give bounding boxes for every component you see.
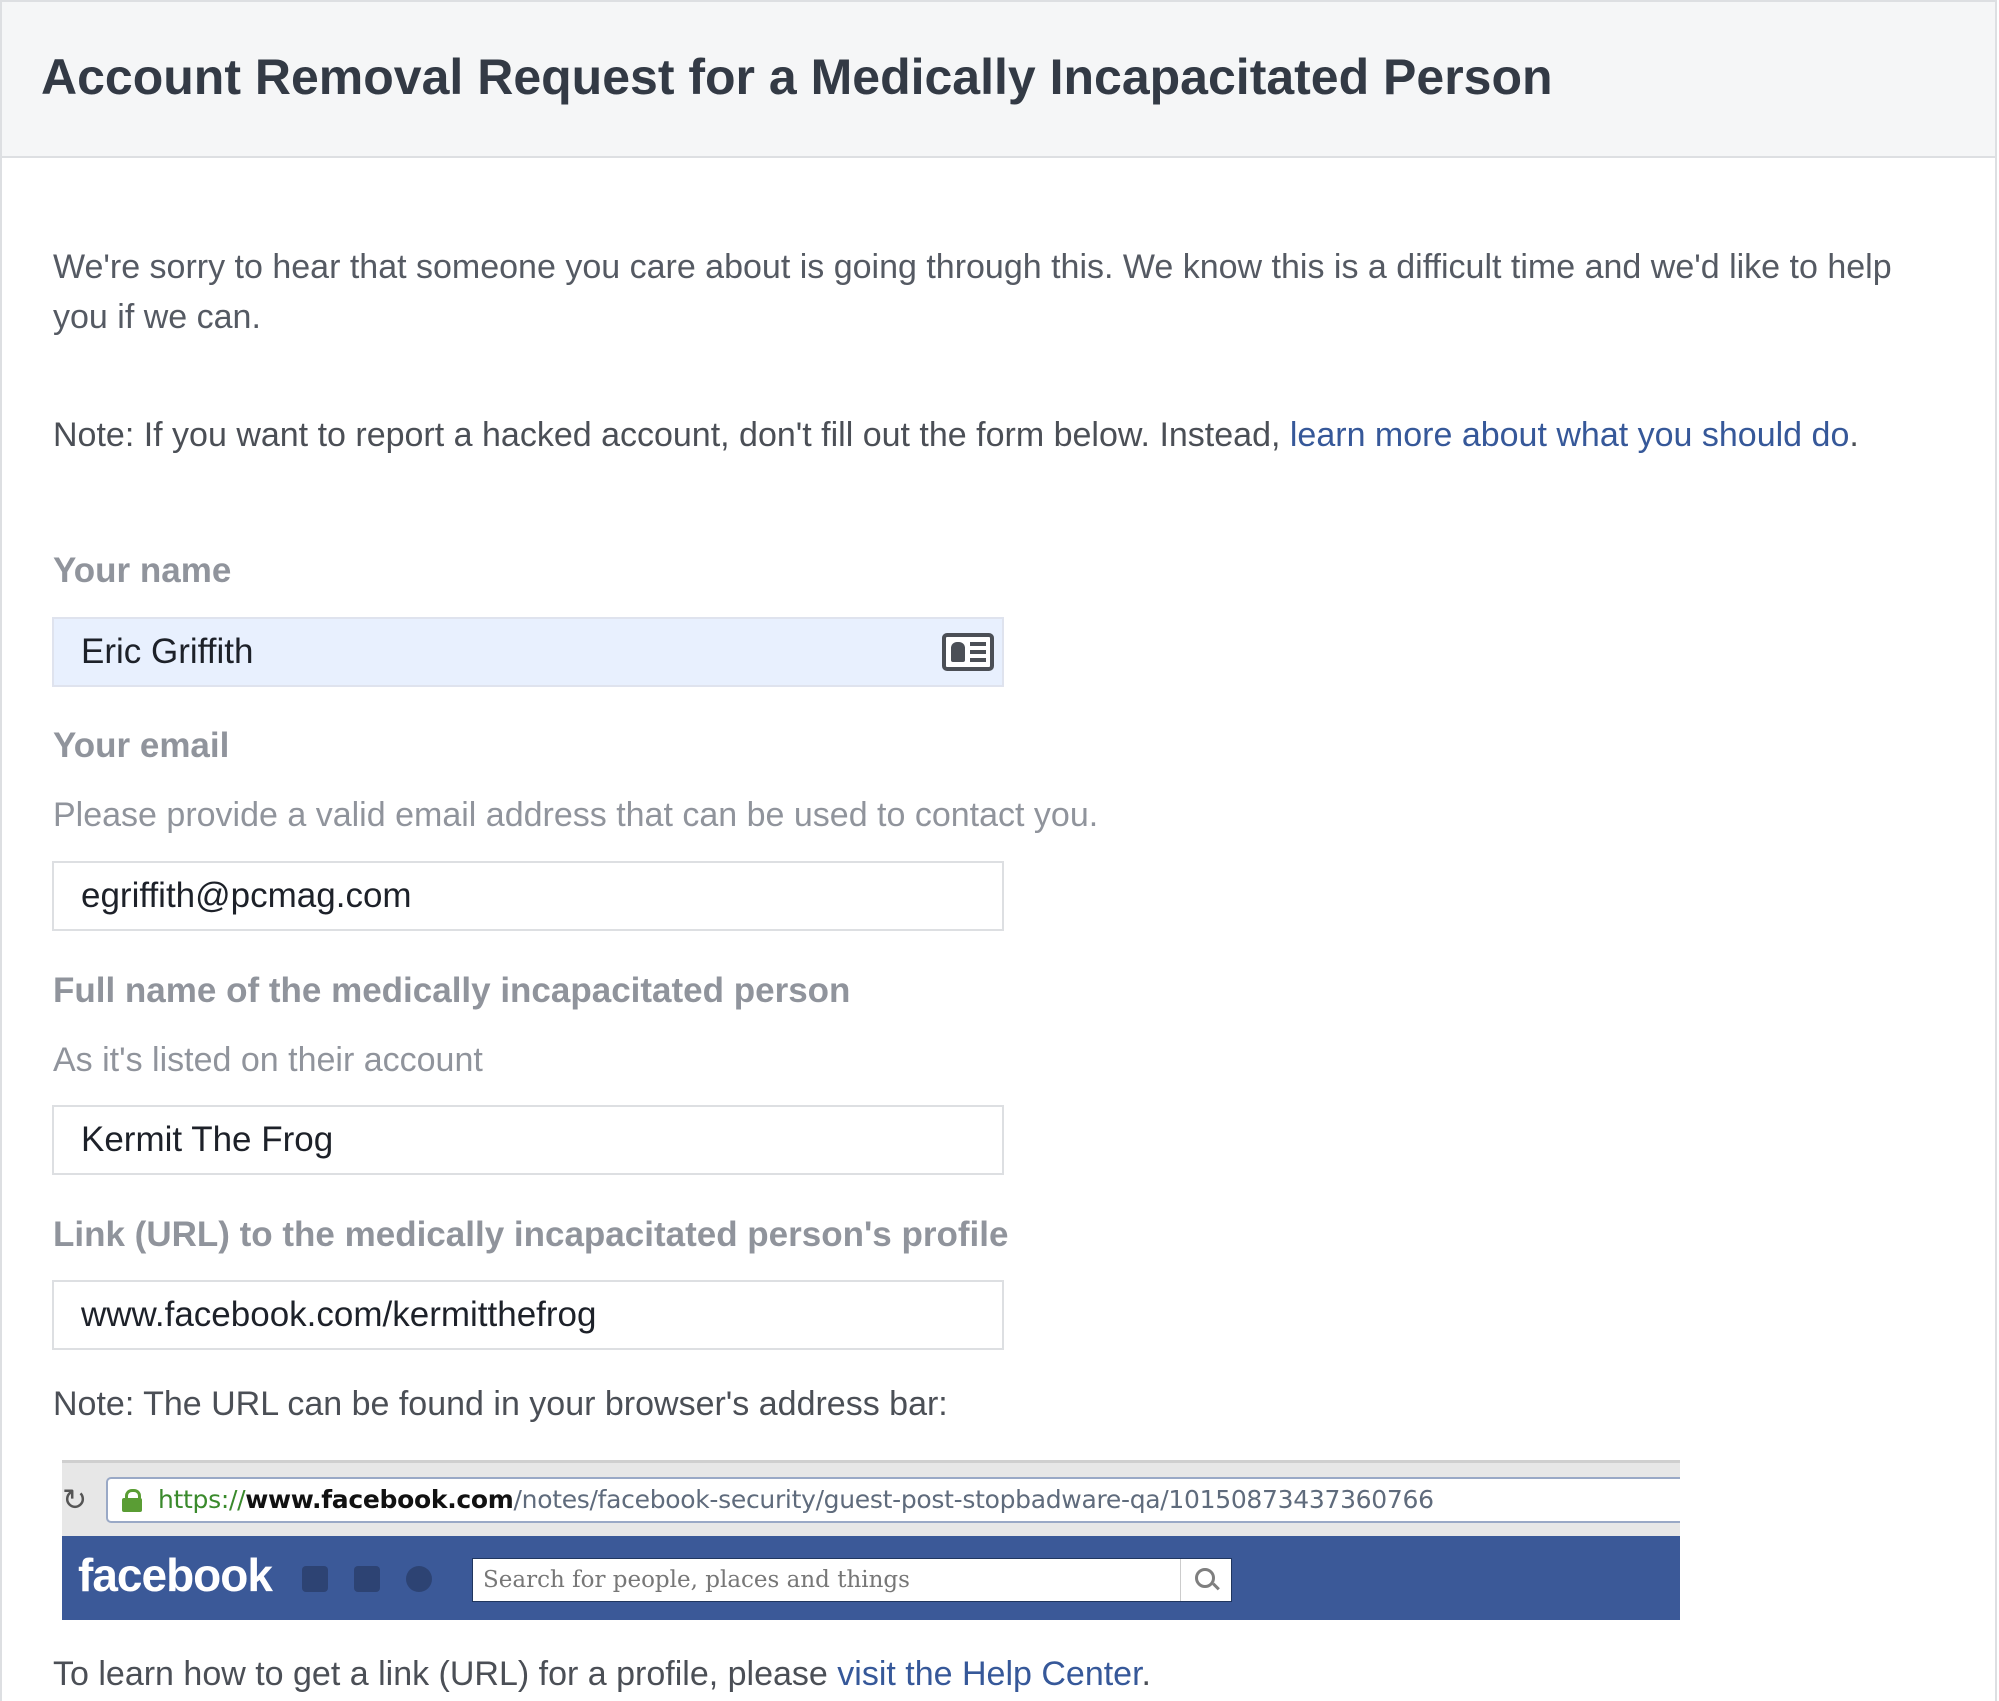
help-center-note: To learn how to get a link (URL) for a p… bbox=[53, 1655, 1151, 1694]
hacked-note-suffix: . bbox=[1849, 416, 1859, 454]
facebook-bar: facebook Search for people, places and t… bbox=[62, 1536, 1680, 1620]
browser-toolbar: ↻ https://www.facebook.com/notes/faceboo… bbox=[62, 1460, 1680, 1536]
full-name-field-wrapper bbox=[52, 1105, 1004, 1175]
help-center-suffix: . bbox=[1141, 1655, 1151, 1693]
form-header: Account Removal Request for a Medically … bbox=[2, 2, 1995, 158]
help-center-prefix: To learn how to get a link (URL) for a p… bbox=[53, 1655, 838, 1693]
example-url: https://www.facebook.com/notes/facebook-… bbox=[158, 1485, 1434, 1514]
your-name-input[interactable] bbox=[54, 619, 1002, 685]
intro-text: We're sorry to hear that someone you car… bbox=[53, 248, 1892, 336]
full-name-label: Full name of the medically incapacitated… bbox=[53, 971, 851, 1010]
messages-icon bbox=[354, 1566, 380, 1592]
full-name-help: As it's listed on their account bbox=[53, 1041, 483, 1079]
search-placeholder: Search for people, places and things bbox=[483, 1567, 910, 1593]
page-title: Account Removal Request for a Medically … bbox=[41, 49, 1553, 105]
url-location-note: Note: The URL can be found in your brows… bbox=[53, 1385, 948, 1423]
friend-requests-icon bbox=[302, 1566, 328, 1592]
hacked-note-prefix: Note: If you want to report a hacked acc… bbox=[53, 416, 1290, 454]
profile-url-input[interactable] bbox=[54, 1282, 1002, 1348]
notifications-icon bbox=[406, 1566, 432, 1592]
profile-url-label: Link (URL) to the medically incapacitate… bbox=[53, 1215, 1009, 1254]
hacked-account-note: Note: If you want to report a hacked acc… bbox=[53, 410, 1953, 460]
reload-icon: ↻ bbox=[62, 1483, 88, 1518]
example-address-bar: https://www.facebook.com/notes/facebook-… bbox=[106, 1477, 1680, 1523]
lock-icon bbox=[122, 1489, 142, 1512]
your-name-field-wrapper bbox=[52, 617, 1004, 687]
your-name-label: Your name bbox=[53, 551, 232, 590]
search-button bbox=[1180, 1559, 1231, 1601]
profile-url-field-wrapper bbox=[52, 1280, 1004, 1350]
your-email-help: Please provide a valid email address tha… bbox=[53, 796, 1099, 834]
your-email-field-wrapper bbox=[52, 861, 1004, 931]
your-email-input[interactable] bbox=[54, 863, 1002, 929]
facebook-logo: facebook bbox=[78, 1549, 273, 1601]
address-bar-example-image: ↻ https://www.facebook.com/notes/faceboo… bbox=[62, 1460, 1680, 1620]
full-name-input[interactable] bbox=[54, 1107, 1002, 1173]
search-icon bbox=[1195, 1568, 1215, 1588]
learn-more-link[interactable]: learn more about what you should do bbox=[1290, 416, 1849, 454]
contact-card-icon[interactable] bbox=[942, 633, 994, 671]
example-search-box: Search for people, places and things bbox=[472, 1558, 1232, 1602]
your-email-label: Your email bbox=[53, 726, 230, 765]
help-center-link[interactable]: visit the Help Center bbox=[837, 1655, 1141, 1693]
